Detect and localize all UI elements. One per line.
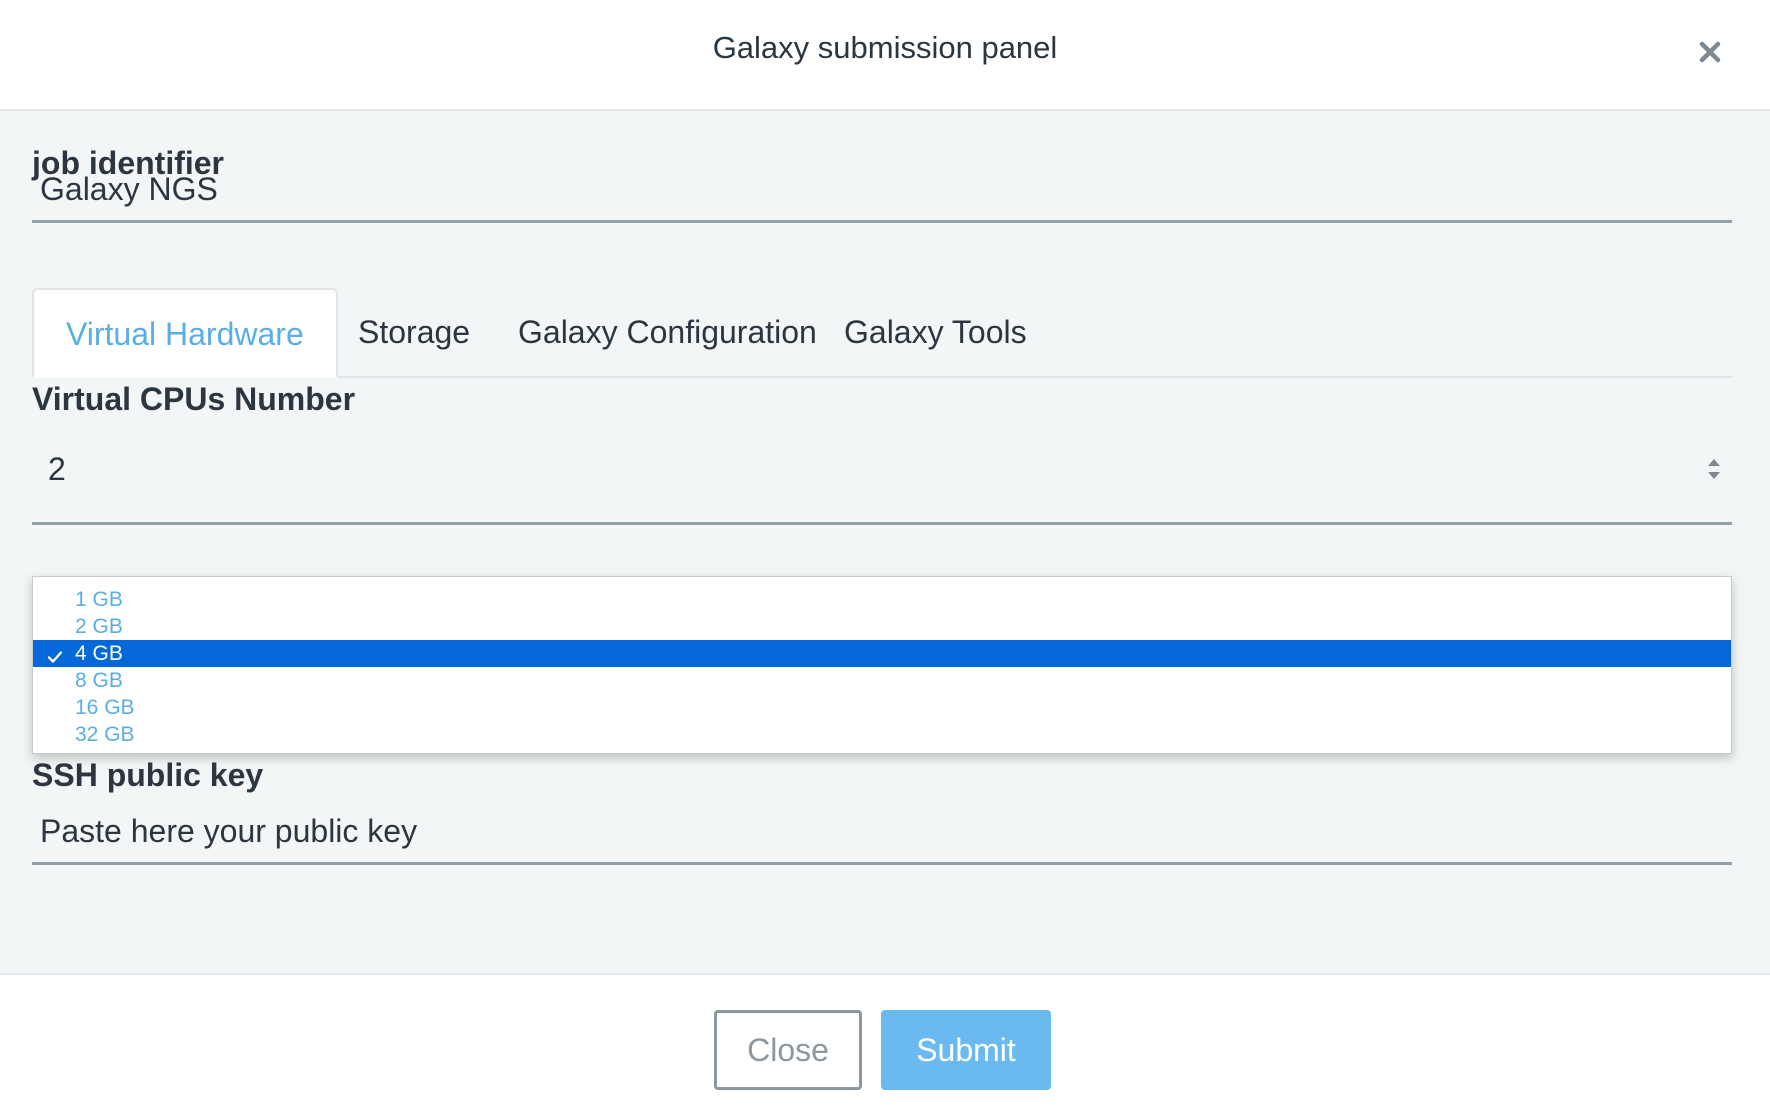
ssh-key-input[interactable] [32, 801, 1732, 865]
option-label: 32 GB [75, 723, 135, 746]
modal-title: Galaxy submission panel [712, 30, 1058, 65]
config-tabs: Virtual Hardware Storage Galaxy Configur… [32, 288, 1732, 378]
vcpus-select-value: 2 [48, 451, 66, 487]
dropdown-option[interactable]: 1 GB [33, 586, 1731, 613]
tab-virtual-hardware[interactable]: Virtual Hardware [32, 288, 338, 378]
submit-button[interactable]: Submit [881, 1010, 1051, 1090]
option-label: 8 GB [75, 669, 123, 692]
dropdown-option[interactable]: 8 GB [33, 667, 1731, 694]
close-button[interactable]: Close [714, 1010, 862, 1090]
galaxy-submission-modal: Galaxy submission panel job identifier V… [0, 0, 1770, 1110]
dropdown-option[interactable]: 2 GB [33, 613, 1731, 640]
option-label: 2 GB [75, 615, 123, 638]
ssh-key-label: SSH public key [32, 757, 264, 793]
vcpus-label: Virtual CPUs Number [32, 381, 356, 417]
close-icon[interactable] [1692, 34, 1728, 70]
option-label: 4 GB [75, 642, 123, 665]
option-label: 1 GB [75, 588, 123, 611]
dropdown-option[interactable]: 16 GB [33, 694, 1731, 721]
dropdown-option-selected[interactable]: 4 GB [33, 640, 1731, 667]
checkmark-icon [47, 645, 63, 663]
option-label: 16 GB [75, 696, 135, 719]
modal-body: job identifier Virtual Hardware Storage … [0, 111, 1770, 973]
dropdown-option[interactable]: 32 GB [33, 721, 1731, 748]
memory-dropdown-list: 1 GB 2 GB 4 GB 8 GB 16 GB 32 GB [32, 576, 1732, 754]
tab-storage[interactable]: Storage [326, 288, 502, 376]
modal-footer: Close Submit [0, 973, 1770, 1110]
job-identifier-input[interactable] [32, 159, 1732, 223]
vcpus-select[interactable]: 2 [32, 421, 1732, 525]
tab-galaxy-configuration[interactable]: Galaxy Configuration [486, 288, 849, 376]
select-arrows-icon [1704, 455, 1724, 483]
tab-galaxy-tools[interactable]: Galaxy Tools [812, 288, 1059, 376]
modal-header: Galaxy submission panel [0, 0, 1770, 111]
